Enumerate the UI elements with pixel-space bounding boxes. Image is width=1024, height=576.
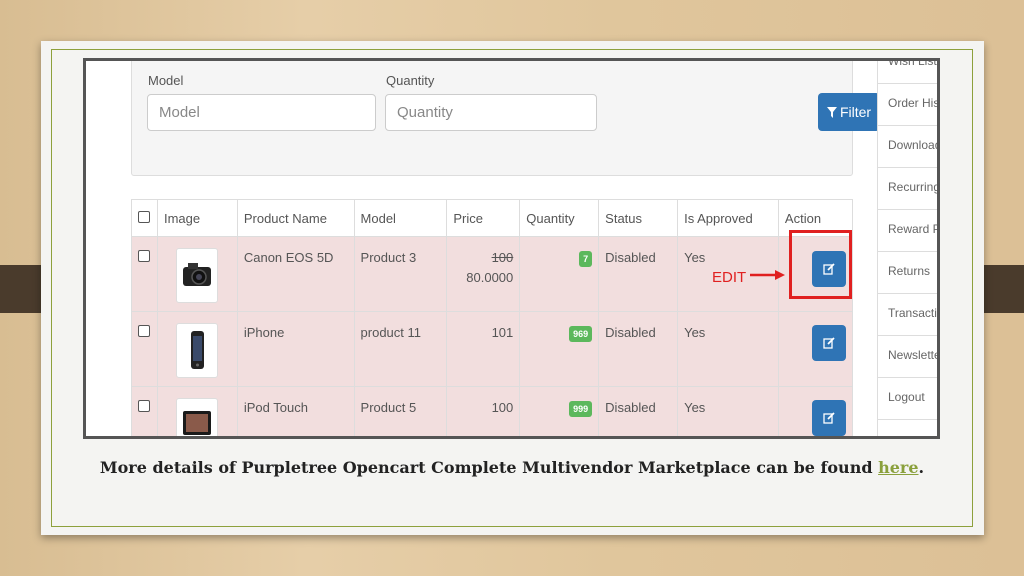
sidebar-item-recurring[interactable]: Recurring [878,168,937,210]
edit-button[interactable] [811,325,846,361]
product-price: 100 80.0000 [446,236,521,312]
arrow-right-icon [750,270,785,280]
quantity-badge: 969 [569,326,593,342]
model-input[interactable]: Model [147,94,376,131]
product-status: Disabled [598,236,679,312]
price-special: 80.0000 [466,270,514,285]
account-sidebar: Wish List Order History Downloads Recurr… [877,61,937,436]
product-name[interactable]: iPod Touch [236,386,355,436]
filter-panel: Model Quantity Model Quantity Filter [131,61,880,176]
product-model: Product 5 [353,386,448,436]
quantity-badge: 7 [579,251,593,267]
header-price[interactable]: Price [446,199,521,237]
embedded-screenshot: Model Quantity Model Quantity Filter Ima… [83,58,940,439]
product-price: 100 [446,386,521,436]
sidebar-item-returns[interactable]: Returns [878,252,937,294]
select-all-cell [131,199,158,237]
funnel-icon [826,106,837,118]
sidebar-item-reward-points[interactable]: Reward Points [878,210,937,252]
header-is-approved: Is Approved [677,199,779,237]
product-image-camera[interactable] [176,248,219,303]
product-price: 101 [446,311,521,387]
sidebar-item-logout[interactable]: Logout [878,378,937,420]
table-row: iPod Touch Product 5 100 999 Disabled Ye… [131,386,854,436]
product-model: Product 3 [353,236,448,312]
row-checkbox[interactable] [138,400,150,412]
edit-button[interactable] [811,400,846,436]
row-checkbox[interactable] [138,250,150,262]
sidebar-item-downloads[interactable]: Downloads [878,126,937,168]
product-status: Disabled [598,386,679,436]
filter-button[interactable]: Filter [818,93,880,131]
quantity-label: Quantity [386,73,435,88]
header-image[interactable]: Image [156,199,238,237]
products-table: Image Product Name Model Price Quantity … [131,199,854,436]
quantity-badge: 999 [569,401,593,417]
edit-annotation-label: EDIT [712,269,747,286]
product-name[interactable]: Canon EOS 5D [236,236,355,312]
sidebar-item-newsletter[interactable]: Newsletter [878,336,937,378]
edit-highlight-box [789,230,852,299]
table-row: iPhone product 11 101 969 Disabled Yes [131,311,854,387]
edit-icon [823,412,835,424]
select-all-checkbox[interactable] [138,211,150,223]
sidebar-item-wish-list[interactable]: Wish List [878,61,937,84]
model-label: Model [148,73,184,88]
product-approved: Yes [677,311,779,387]
product-approved: Yes [677,386,779,436]
header-status[interactable]: Status [598,199,679,237]
header-model[interactable]: Model [353,199,448,237]
product-image-iphone[interactable] [176,323,219,378]
caption-link[interactable]: here [878,458,918,477]
header-quantity[interactable]: Quantity [519,199,600,237]
row-checkbox[interactable] [138,325,150,337]
sidebar-item-order-history[interactable]: Order History [878,84,937,126]
sidebar-item-transactions[interactable]: Transactions [878,294,937,336]
product-image-ipod[interactable] [176,398,219,436]
caption-text: More details of Purpletree Opencart Comp… [99,458,873,477]
price-old: 100 [491,250,514,265]
product-name[interactable]: iPhone [236,311,355,387]
caption-period: . [918,458,925,477]
product-status: Disabled [598,311,679,387]
quantity-input[interactable]: Quantity [385,94,597,131]
slide-caption: More details of Purpletree Opencart Comp… [0,458,1024,477]
filter-button-label: Filter [839,104,872,120]
header-product-name[interactable]: Product Name [236,199,355,237]
product-model: product 11 [353,311,448,387]
edit-icon [823,337,835,349]
table-header-row: Image Product Name Model Price Quantity … [131,199,854,237]
